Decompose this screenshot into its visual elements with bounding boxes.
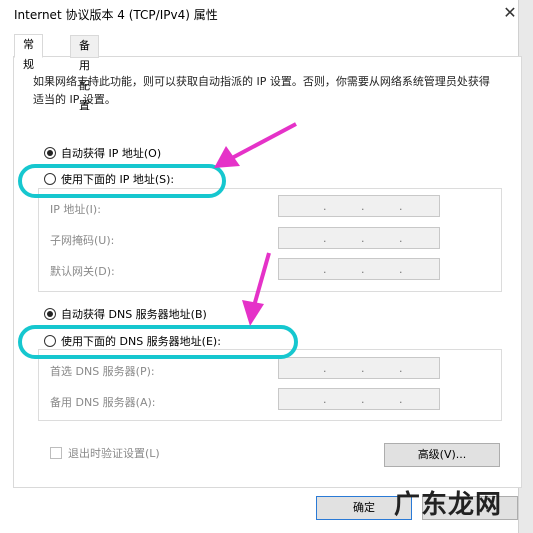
ip-dot-separator: . [323,200,327,213]
subnet-mask-input[interactable]: . . . [278,227,440,249]
validate-settings-row[interactable]: 退出时验证设置(L) [50,445,160,461]
auto-dns-radio[interactable] [44,308,56,320]
ip-dot-separator: . [399,393,403,406]
title-bar: Internet 协议版本 4 (TCP/IPv4) 属性 ✕ [0,0,533,28]
ip-dot-separator: . [323,393,327,406]
ip-dot-separator: . [399,200,403,213]
manual-dns-highlight [18,325,298,359]
preferred-dns-input[interactable]: . . . [278,357,440,379]
watermark-text: 广东龙网 [394,490,503,520]
alternate-dns-label: 备用 DNS 服务器(A): [50,396,156,409]
tcpip-properties-dialog: Internet 协议版本 4 (TCP/IPv4) 属性 ✕ 常规 备用配置 … [0,0,533,533]
ip-dot-separator: . [399,263,403,276]
alternate-dns-input[interactable]: . . . [278,388,440,410]
ip-dot-separator: . [361,393,365,406]
manual-ip-highlight [18,164,226,198]
default-gateway-label: 默认网关(D): [50,265,115,278]
ip-dot-separator: . [323,232,327,245]
ip-dot-separator: . [361,232,365,245]
auto-dns-radio-row[interactable]: 自动获得 DNS 服务器地址(B) [44,306,207,322]
subnet-mask-label: 子网掩码(U): [50,234,115,247]
auto-dns-label: 自动获得 DNS 服务器地址(B) [61,308,207,321]
default-gateway-input[interactable]: . . . [278,258,440,280]
ip-dot-separator: . [361,263,365,276]
auto-ip-label: 自动获得 IP 地址(O) [61,147,162,160]
preferred-dns-label: 首选 DNS 服务器(P): [50,365,155,378]
tab-general[interactable]: 常规 [14,34,43,71]
auto-ip-radio[interactable] [44,147,56,159]
ip-dot-separator: . [323,263,327,276]
validate-settings-label: 退出时验证设置(L) [68,447,160,460]
ip-dot-separator: . [323,362,327,375]
ip-dot-separator: . [361,200,365,213]
ip-dot-separator: . [399,232,403,245]
ip-dot-separator: . [399,362,403,375]
advanced-button[interactable]: 高级(V)... [384,443,500,467]
description-text: 如果网络支持此功能，则可以获取自动指派的 IP 设置。否则，你需要从网络系统管理… [33,75,490,106]
ip-address-label: IP 地址(I): [50,203,101,216]
ip-dot-separator: . [361,362,365,375]
ip-address-input[interactable]: . . . [278,195,440,217]
validate-settings-checkbox[interactable] [50,447,62,459]
tab-alternate-config[interactable]: 备用配置 [70,35,99,112]
auto-ip-radio-row[interactable]: 自动获得 IP 地址(O) [44,145,161,161]
window-title: Internet 协议版本 4 (TCP/IPv4) 属性 [14,8,218,22]
